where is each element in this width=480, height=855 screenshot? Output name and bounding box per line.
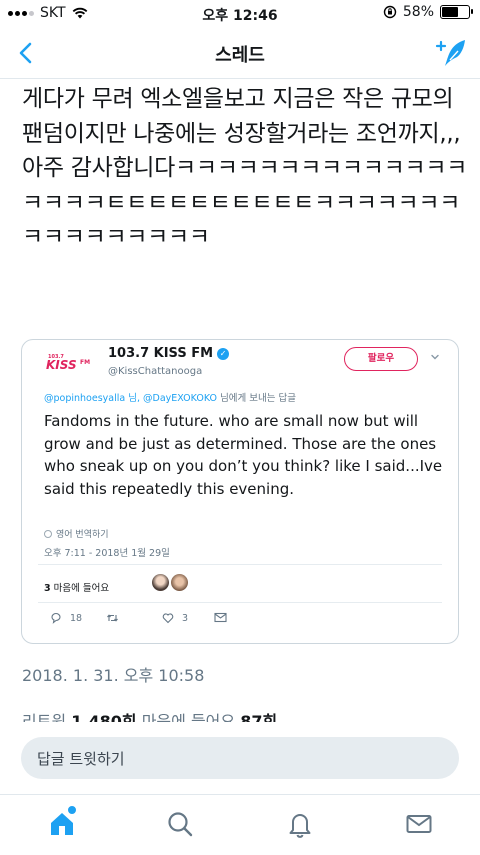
translate-label: 영어 번역하기 [56, 530, 109, 540]
translate-link[interactable]: 영어 번역하기 [44, 527, 109, 540]
tab-home[interactable] [47, 805, 77, 839]
follow-button[interactable]: 팔로우 [344, 347, 418, 371]
quoted-timestamp: 오후 7:11 - 2018년 1월 29일 [44, 548, 170, 559]
like-count: 3 [182, 612, 189, 624]
messages-icon [406, 815, 432, 833]
reply-bar: 답글 트윗하기 [0, 722, 480, 794]
tweet-stats: 리트윗 1,480회 마음에 들어요 87회 [22, 711, 462, 722]
quoted-likes-label: 마음에 들어요 [53, 583, 110, 594]
compose-tweet-icon[interactable] [434, 37, 468, 69]
avatar[interactable] [171, 574, 188, 591]
quoted-likes-count: 3 [44, 583, 51, 594]
reply-to-suffix: 님에게 보내는 답글 [220, 393, 297, 404]
avatar[interactable] [152, 574, 169, 591]
notification-dot [67, 805, 77, 815]
tab-messages[interactable] [404, 809, 434, 839]
nav-bar: 스레드 [0, 28, 480, 79]
retweets-label: 리트윗 [22, 712, 67, 722]
quoted-account-name: 103.7 KISS FM ✓ [108, 346, 230, 361]
tweet-timestamp: 2018. 1. 31. 오후 10:58 [22, 666, 205, 685]
divider [38, 602, 442, 603]
svg-text:FM: FM [80, 359, 90, 366]
battery-percent: 58% [402, 4, 434, 20]
reply-action[interactable]: 18 [50, 612, 82, 624]
reply-to-mentions[interactable]: @popinhoesyalla 님, @DayEXOKOKO [44, 393, 217, 404]
retweet-action[interactable] [106, 612, 119, 624]
reply-input[interactable]: 답글 트윗하기 [21, 737, 459, 779]
tab-search[interactable] [165, 809, 195, 839]
divider [38, 564, 442, 565]
likes-label: 마음에 들어요 [141, 712, 236, 722]
liker-avatars [152, 574, 188, 591]
retweet-icon [107, 614, 118, 622]
verified-badge-icon: ✓ [217, 347, 230, 360]
status-right: 58% [383, 4, 473, 20]
envelope-icon [214, 612, 227, 623]
reply-placeholder: 답글 트윗하기 [37, 750, 125, 768]
page-title: 스레드 [215, 45, 265, 66]
search-icon [168, 812, 193, 837]
reply-to-line: @popinhoesyalla 님, @DayEXOKOKO 님에게 보내는 답… [44, 390, 296, 404]
retweets-count[interactable]: 1,480회 [71, 712, 136, 722]
status-bar: SKT 오후 12:46 58% [0, 0, 480, 28]
globe-icon [44, 529, 52, 538]
quoted-handle: @KissChattanooga [108, 366, 203, 377]
notifications-icon [289, 814, 311, 838]
reply-icon [51, 612, 61, 624]
tab-notifications[interactable] [285, 809, 315, 839]
kiss-fm-logo: 103.7 KISS FM [44, 352, 96, 372]
quoted-actions: 18 3 [22, 612, 458, 632]
quoted-likes[interactable]: 3 마음에 들어요 [44, 580, 109, 594]
chevron-down-icon[interactable] [429, 351, 441, 363]
orientation-lock-icon [383, 5, 397, 19]
tweet-text: 게다가 무려 엑소엘을보고 지금은 작은 규모의 팬덤이지만 나중에는 성장할거… [22, 86, 468, 250]
battery-icon [440, 5, 473, 19]
like-action[interactable]: 3 [162, 612, 188, 624]
svg-text:KISS: KISS [46, 358, 77, 372]
likes-count[interactable]: 87회 [240, 712, 277, 722]
tab-bar [0, 794, 480, 855]
heart-icon [162, 613, 174, 624]
quoted-body: Fandoms in the future. who are small now… [44, 412, 443, 498]
reply-count: 18 [70, 612, 83, 624]
quoted-name-text: 103.7 KISS FM [108, 346, 214, 361]
quoted-tweet-card[interactable]: 103.7 KISS FM 103.7 KISS FM ✓ @KissChatt… [21, 339, 459, 644]
share-action[interactable] [214, 612, 227, 623]
